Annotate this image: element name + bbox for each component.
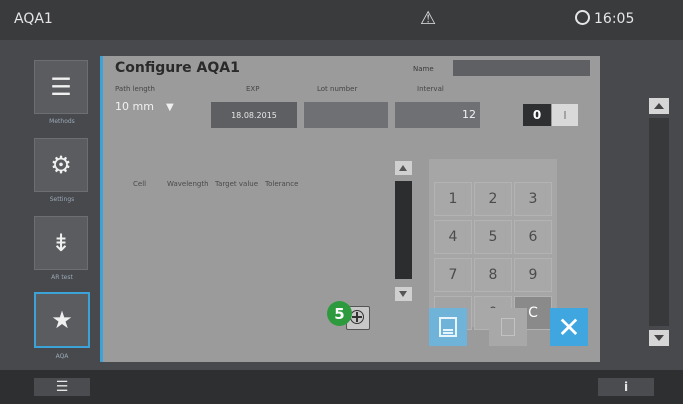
- sidebar-item-label: Settings: [49, 196, 75, 203]
- clock-time: 16:05: [594, 11, 635, 27]
- column-header-cell: Cell: [133, 180, 147, 188]
- aqa-icon: ★: [51, 306, 73, 334]
- key-3[interactable]: 3: [514, 182, 552, 216]
- exp-date-field[interactable]: 18.08.2015: [211, 102, 297, 128]
- sidebar: ☰ Methods ⚙ Settings ⇟ AR test ★ AQA: [26, 60, 98, 372]
- save-icon: [439, 317, 457, 337]
- lot-number-field[interactable]: [304, 102, 388, 128]
- table-scrollbar[interactable]: [395, 161, 412, 301]
- sidebar-item-methods[interactable]: ☰: [34, 60, 88, 114]
- sidebar-item-settings[interactable]: ⚙: [34, 138, 88, 192]
- key-7[interactable]: 7: [434, 258, 472, 292]
- page-scroll-up-button[interactable]: [649, 98, 669, 114]
- column-header-tolerance: Tolerance: [265, 180, 299, 188]
- on-off-toggle[interactable]: 0 I: [523, 104, 580, 126]
- configure-dialog: Configure AQA1 Name Path length EXP Lot …: [103, 56, 600, 362]
- chevron-up-icon: [399, 165, 407, 171]
- info-button[interactable]: i: [598, 378, 654, 396]
- page-scroll-track[interactable]: [649, 118, 669, 326]
- key-6[interactable]: 6: [514, 220, 552, 254]
- interval-value: 12: [462, 108, 476, 121]
- chevron-up-icon: [654, 103, 664, 109]
- sidebar-item-ar-test[interactable]: ⇟: [34, 216, 88, 270]
- chevron-down-icon: [654, 335, 664, 341]
- numeric-keypad: 1 2 3 4 5 6 7 8 9 0 C: [429, 159, 557, 330]
- page-scrollbar[interactable]: [649, 98, 669, 346]
- sidebar-item-label: AR test: [51, 274, 73, 281]
- key-5[interactable]: 5: [474, 220, 512, 254]
- key-4[interactable]: 4: [434, 220, 472, 254]
- delete-button[interactable]: [489, 308, 527, 346]
- chevron-down-icon: [399, 291, 407, 297]
- save-button[interactable]: [429, 308, 467, 346]
- instrument-title: AQA1: [14, 11, 53, 27]
- name-label: Name: [413, 65, 434, 73]
- key-2[interactable]: 2: [474, 182, 512, 216]
- add-icon: [350, 310, 364, 324]
- menu-icon: ☰: [55, 379, 69, 395]
- name-input[interactable]: [453, 60, 590, 76]
- path-length-dropdown[interactable]: 10 mm ▼: [115, 100, 174, 113]
- bottom-bar: ☰ i: [0, 370, 683, 404]
- info-icon: i: [623, 380, 629, 394]
- warning-icon[interactable]: ⚠: [420, 8, 436, 29]
- toggle-on[interactable]: I: [552, 104, 578, 126]
- scroll-up-button[interactable]: [395, 161, 412, 175]
- scroll-down-button[interactable]: [395, 287, 412, 301]
- ar-test-icon: ⇟: [50, 229, 72, 257]
- interval-label: Interval: [417, 85, 444, 93]
- sidebar-item-aqa[interactable]: ★: [34, 292, 90, 348]
- main-area: ☰ Methods ⚙ Settings ⇟ AR test ★ AQA Con…: [0, 40, 683, 370]
- dialog-title: Configure AQA1: [115, 60, 240, 76]
- column-header-wavelength: Wavelength: [167, 180, 209, 188]
- path-length-value: 10 mm: [115, 100, 154, 113]
- sidebar-item-label: Methods: [49, 118, 75, 125]
- toggle-off[interactable]: 0: [523, 104, 551, 126]
- page-scroll-down-button[interactable]: [649, 330, 669, 346]
- scroll-thumb[interactable]: [395, 181, 412, 279]
- path-length-label: Path length: [115, 85, 155, 93]
- close-button[interactable]: ✕: [550, 308, 588, 346]
- callout-badge: 5: [327, 301, 352, 326]
- lot-number-label: Lot number: [317, 85, 358, 93]
- key-1[interactable]: 1: [434, 182, 472, 216]
- settings-icon: ⚙: [50, 151, 72, 179]
- sidebar-item-label: AQA: [55, 353, 69, 360]
- key-8[interactable]: 8: [474, 258, 512, 292]
- methods-icon: ☰: [50, 73, 72, 101]
- trash-icon: [501, 318, 515, 336]
- top-status-bar: AQA1 ⚠ 16:05: [0, 0, 683, 40]
- clock: 16:05: [575, 10, 634, 27]
- column-header-target-value: Target value: [215, 180, 259, 188]
- menu-button[interactable]: ☰: [34, 378, 90, 396]
- key-9[interactable]: 9: [514, 258, 552, 292]
- clock-icon: [575, 10, 590, 25]
- interval-field[interactable]: 12: [395, 102, 480, 128]
- exp-label: EXP: [246, 85, 260, 93]
- chevron-down-icon: ▼: [165, 102, 174, 113]
- close-icon: ✕: [557, 310, 581, 344]
